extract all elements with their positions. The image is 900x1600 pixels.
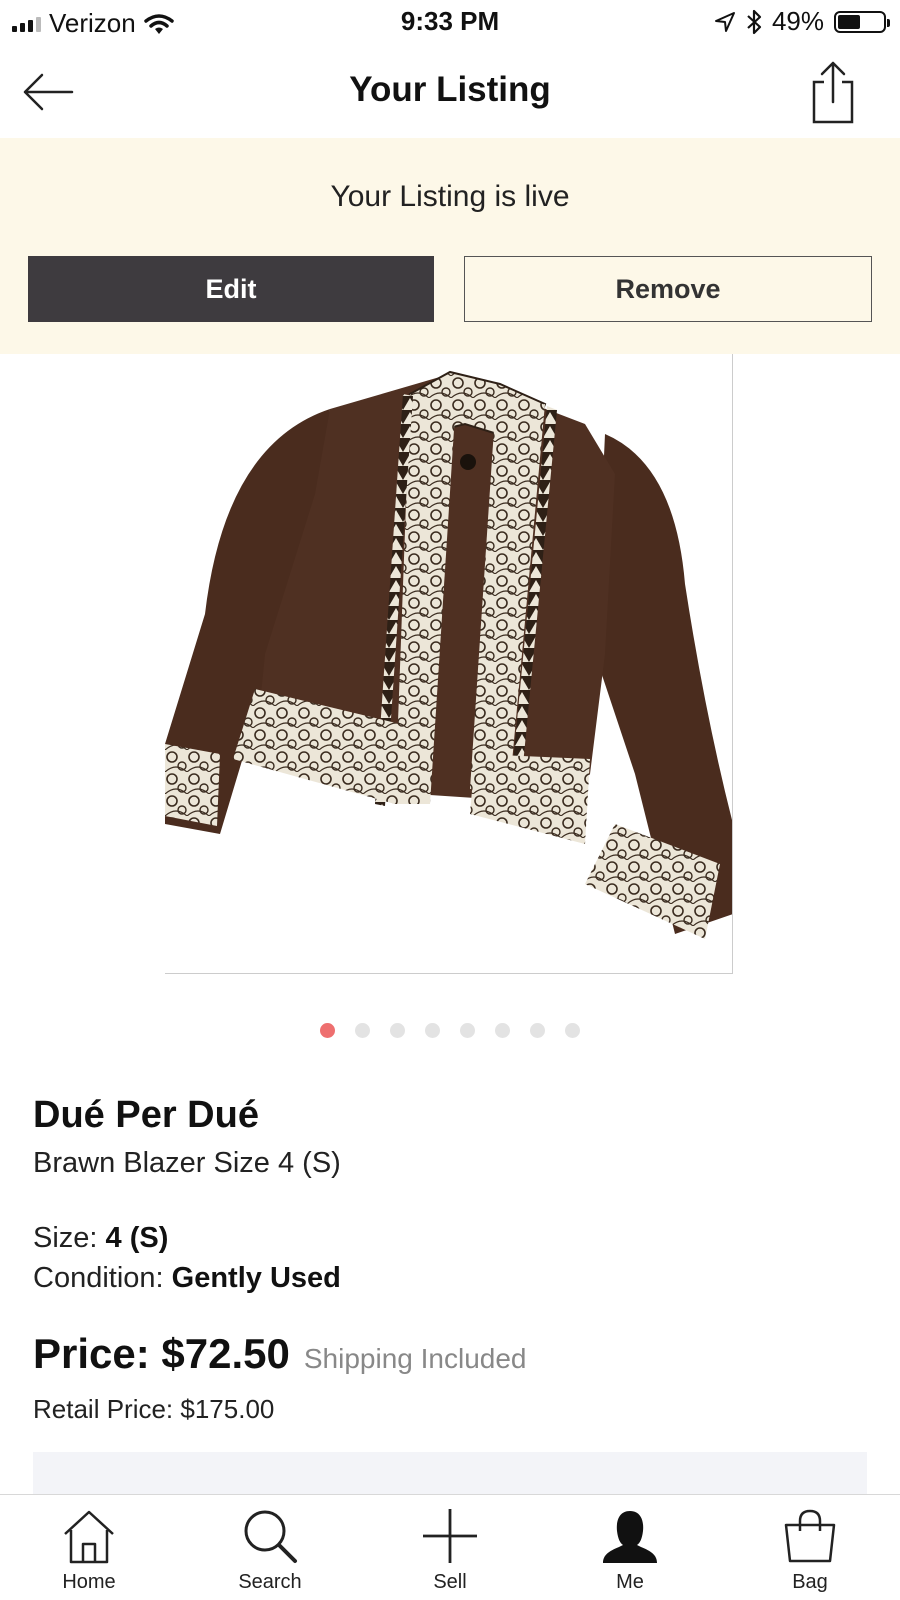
bag-icon [784, 1509, 836, 1563]
tab-bar: Home Search Sell Me Bag [0, 1494, 900, 1600]
tab-label: Me [616, 1571, 644, 1593]
pager-dot[interactable] [355, 1023, 370, 1038]
tab-home[interactable]: Home [29, 1505, 149, 1594]
pager-dot[interactable] [460, 1023, 475, 1038]
back-button[interactable] [22, 68, 78, 116]
condition-label: Condition: [33, 1262, 164, 1294]
tab-label: Home [62, 1571, 116, 1593]
pager-dot[interactable] [565, 1023, 580, 1038]
tab-me[interactable]: Me [570, 1505, 690, 1594]
product-brand: Dué Per Dué [33, 1094, 259, 1136]
edit-button[interactable]: Edit [28, 256, 434, 322]
product-title: Brawn Blazer Size 4 (S) [33, 1147, 341, 1179]
price: Price: $72.50 [33, 1330, 290, 1377]
retail-price: Retail Price: $175.00 [33, 1394, 275, 1424]
shipping-note: Shipping Included [303, 1343, 527, 1374]
pager-dot[interactable] [390, 1023, 405, 1038]
person-icon [603, 1511, 657, 1563]
tab-bag[interactable]: Bag [750, 1505, 870, 1594]
bluetooth-icon [747, 9, 762, 34]
product-image[interactable] [165, 354, 733, 974]
info-panel [33, 1452, 867, 1496]
tab-label: Search [238, 1571, 302, 1593]
home-icon [64, 1510, 114, 1564]
share-icon [812, 61, 854, 124]
jacket-illustration [165, 370, 732, 939]
listing-live-banner: Your Listing is live Edit Remove [0, 138, 900, 354]
share-button[interactable] [810, 60, 856, 124]
image-pager[interactable] [0, 1023, 900, 1038]
arrow-left-icon [23, 73, 74, 111]
condition-row: Condition: Gently Used [33, 1262, 341, 1295]
pager-dot[interactable] [425, 1023, 440, 1038]
remove-button[interactable]: Remove [464, 256, 872, 322]
banner-message: Your Listing is live [330, 180, 570, 213]
condition-value: Gently Used [171, 1262, 341, 1294]
tab-sell[interactable]: Sell [390, 1505, 510, 1594]
battery-fill [838, 14, 860, 29]
pager-dot[interactable] [495, 1023, 510, 1038]
size-label: Size: [33, 1222, 98, 1254]
search-icon [244, 1510, 297, 1563]
size-value: 4 (S) [105, 1222, 169, 1254]
pager-dot[interactable] [530, 1023, 545, 1038]
tab-label: Sell [433, 1571, 467, 1593]
tab-search[interactable]: Search [210, 1505, 330, 1594]
battery-percent: 49% [771, 6, 824, 36]
status-bar: Verizon 9:33 PM 49% [0, 0, 900, 46]
nav-header: Your Listing [0, 46, 900, 138]
price-row: Price: $72.50 Shipping Included [33, 1330, 527, 1378]
page-title: Your Listing [349, 70, 551, 109]
tab-label: Bag [792, 1571, 828, 1593]
status-right: 49% [714, 6, 890, 37]
plus-icon [423, 1509, 477, 1563]
size-row: Size: 4 (S) [33, 1222, 168, 1255]
pager-dot[interactable] [320, 1023, 335, 1038]
location-arrow-icon [714, 11, 735, 32]
battery-icon [834, 10, 890, 33]
